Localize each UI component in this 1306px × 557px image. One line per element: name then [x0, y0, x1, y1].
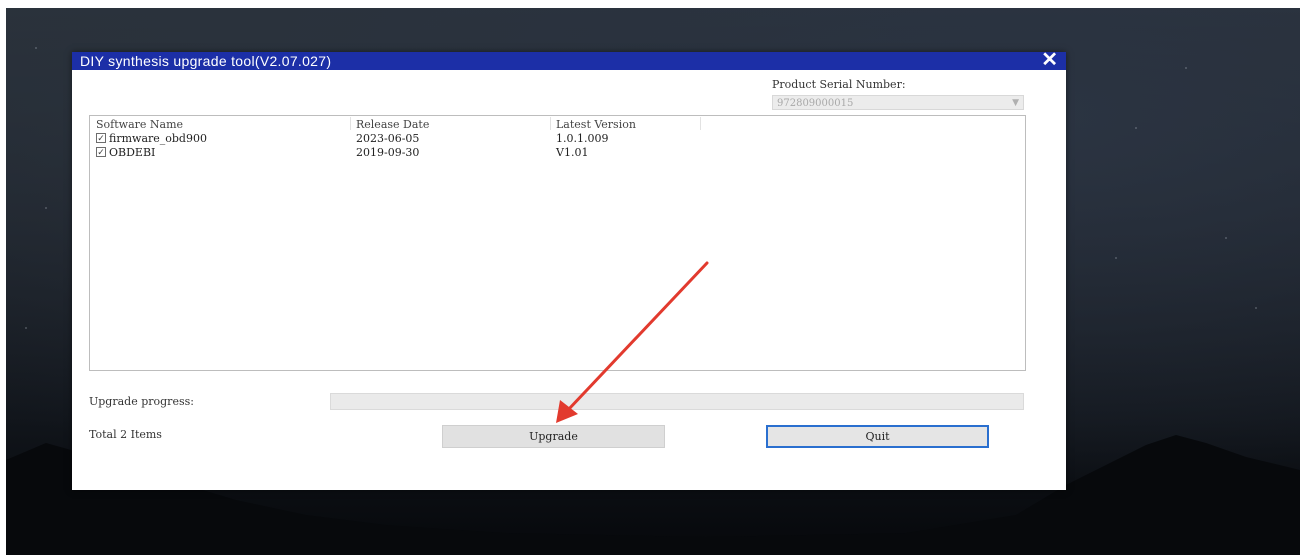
column-divider [550, 117, 551, 130]
total-items-label: Total 2 Items [89, 428, 162, 441]
column-header-software-name[interactable]: Software Name [96, 118, 183, 131]
list-row[interactable]: ✓ OBDEBI 2019-09-30 V1.01 [90, 146, 1025, 159]
window-title: DIY synthesis upgrade tool(V2.07.027) [80, 53, 332, 69]
upgrade-progress-label: Upgrade progress: [89, 395, 194, 408]
release-date: 2023-06-05 [356, 132, 420, 145]
upgrade-progress-bar [330, 393, 1024, 410]
software-list[interactable]: Software Name Release Date Latest Versio… [89, 115, 1026, 371]
list-header: Software Name Release Date Latest Versio… [90, 116, 1025, 131]
quit-button[interactable]: Quit [766, 425, 989, 448]
latest-version: V1.01 [556, 146, 589, 159]
row-checkbox[interactable]: ✓ [96, 133, 106, 143]
serial-number-value: 972809000015 [777, 98, 854, 109]
column-header-latest-version[interactable]: Latest Version [556, 118, 636, 131]
row-checkbox[interactable]: ✓ [96, 147, 106, 157]
release-date: 2019-09-30 [356, 146, 420, 159]
title-bar[interactable]: DIY synthesis upgrade tool(V2.07.027) ✕ [72, 50, 1066, 70]
software-name: OBDEBI [109, 146, 156, 159]
serial-number-label: Product Serial Number: [772, 78, 906, 91]
upgrade-tool-dialog: DIY synthesis upgrade tool(V2.07.027) ✕ … [72, 50, 1066, 490]
column-divider [350, 117, 351, 130]
chevron-down-icon: ▼ [1012, 98, 1019, 108]
list-row[interactable]: ✓ firmware_obd900 2023-06-05 1.0.1.009 [90, 132, 1025, 145]
column-header-release-date[interactable]: Release Date [356, 118, 429, 131]
latest-version: 1.0.1.009 [556, 132, 609, 145]
software-name: firmware_obd900 [109, 132, 207, 145]
serial-number-select[interactable]: 972809000015 ▼ [772, 95, 1024, 110]
column-divider [700, 117, 701, 130]
close-icon[interactable]: ✕ [1041, 50, 1058, 70]
upgrade-button[interactable]: Upgrade [442, 425, 665, 448]
